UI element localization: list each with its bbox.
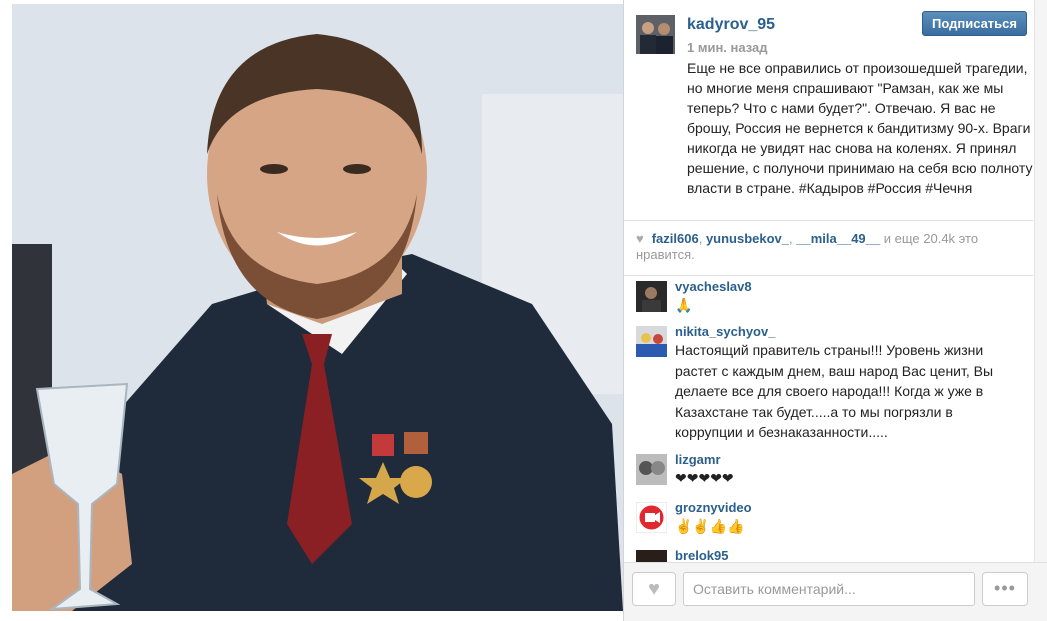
comment-text: Настоящий правитель страны!!! Уровень жи… [675,342,994,440]
comments-scrollbar[interactable] [1034,0,1047,562]
comment-username[interactable]: groznyvideo [675,500,752,515]
post-details-panel: kadyrov_95 1 мин. назад Подписаться Еще … [624,0,1047,621]
comment-avatar[interactable] [636,502,667,533]
comment-avatar[interactable] [636,454,667,485]
like-user-3[interactable]: __mila__49__ [796,231,880,246]
comment-username[interactable]: lizgamr [675,452,721,467]
comment-username[interactable]: brelok95 [675,548,728,562]
post-timestamp: 1 мин. назад [687,40,768,55]
author-username[interactable]: kadyrov_95 [687,16,775,34]
ellipsis-icon: ••• [994,578,1016,598]
comment-item: lizgamr ❤❤❤❤❤ [636,452,1031,490]
comment-item: groznyvideo ✌️✌️👍👍 [636,500,1031,538]
comments-list: vyacheslav8 🙏 nikita_sychyov_ Настоящий … [624,275,1033,562]
post-header: kadyrov_95 1 мин. назад Подписаться Еще … [624,0,1047,220]
comment-item: nikita_sychyov_ Настоящий правитель стра… [636,324,1031,444]
post-caption: Еще не все оправились от произошедшей тр… [687,60,1033,196]
likes-heart-icon: ♥ [636,231,644,246]
like-user-1[interactable]: fazil606 [652,231,699,246]
comment-username[interactable]: nikita_sychyov_ [675,324,775,339]
comment-avatar[interactable] [636,550,667,562]
author-avatar[interactable] [636,15,675,54]
like-button[interactable]: ♥ [632,572,676,606]
more-options-button[interactable]: ••• [982,572,1028,606]
comment-username[interactable]: vyacheslav8 [675,279,752,294]
comment-text: ❤❤❤❤❤ [675,470,734,486]
likes-summary: ♥ fazil606, yunusbekov_, __mila__49__ и е… [636,231,979,262]
comment-avatar[interactable] [636,326,667,357]
comment-avatar[interactable] [636,281,667,312]
comment-item: vyacheslav8 🙏 [636,279,1031,317]
post-photo[interactable] [12,4,623,611]
comment-input[interactable] [683,572,975,606]
caption-divider [624,220,1033,221]
follow-button[interactable]: Подписаться [922,11,1027,36]
heart-icon: ♥ [648,578,660,600]
comment-text: 🙏 [675,297,693,313]
photo-illustration [12,4,623,611]
comment-text: ✌️✌️👍👍 [675,518,745,534]
comment-item: brelok95 [636,548,1031,562]
like-user-2[interactable]: yunusbekov_ [706,231,789,246]
comment-footer: ♥ ••• [624,562,1047,621]
